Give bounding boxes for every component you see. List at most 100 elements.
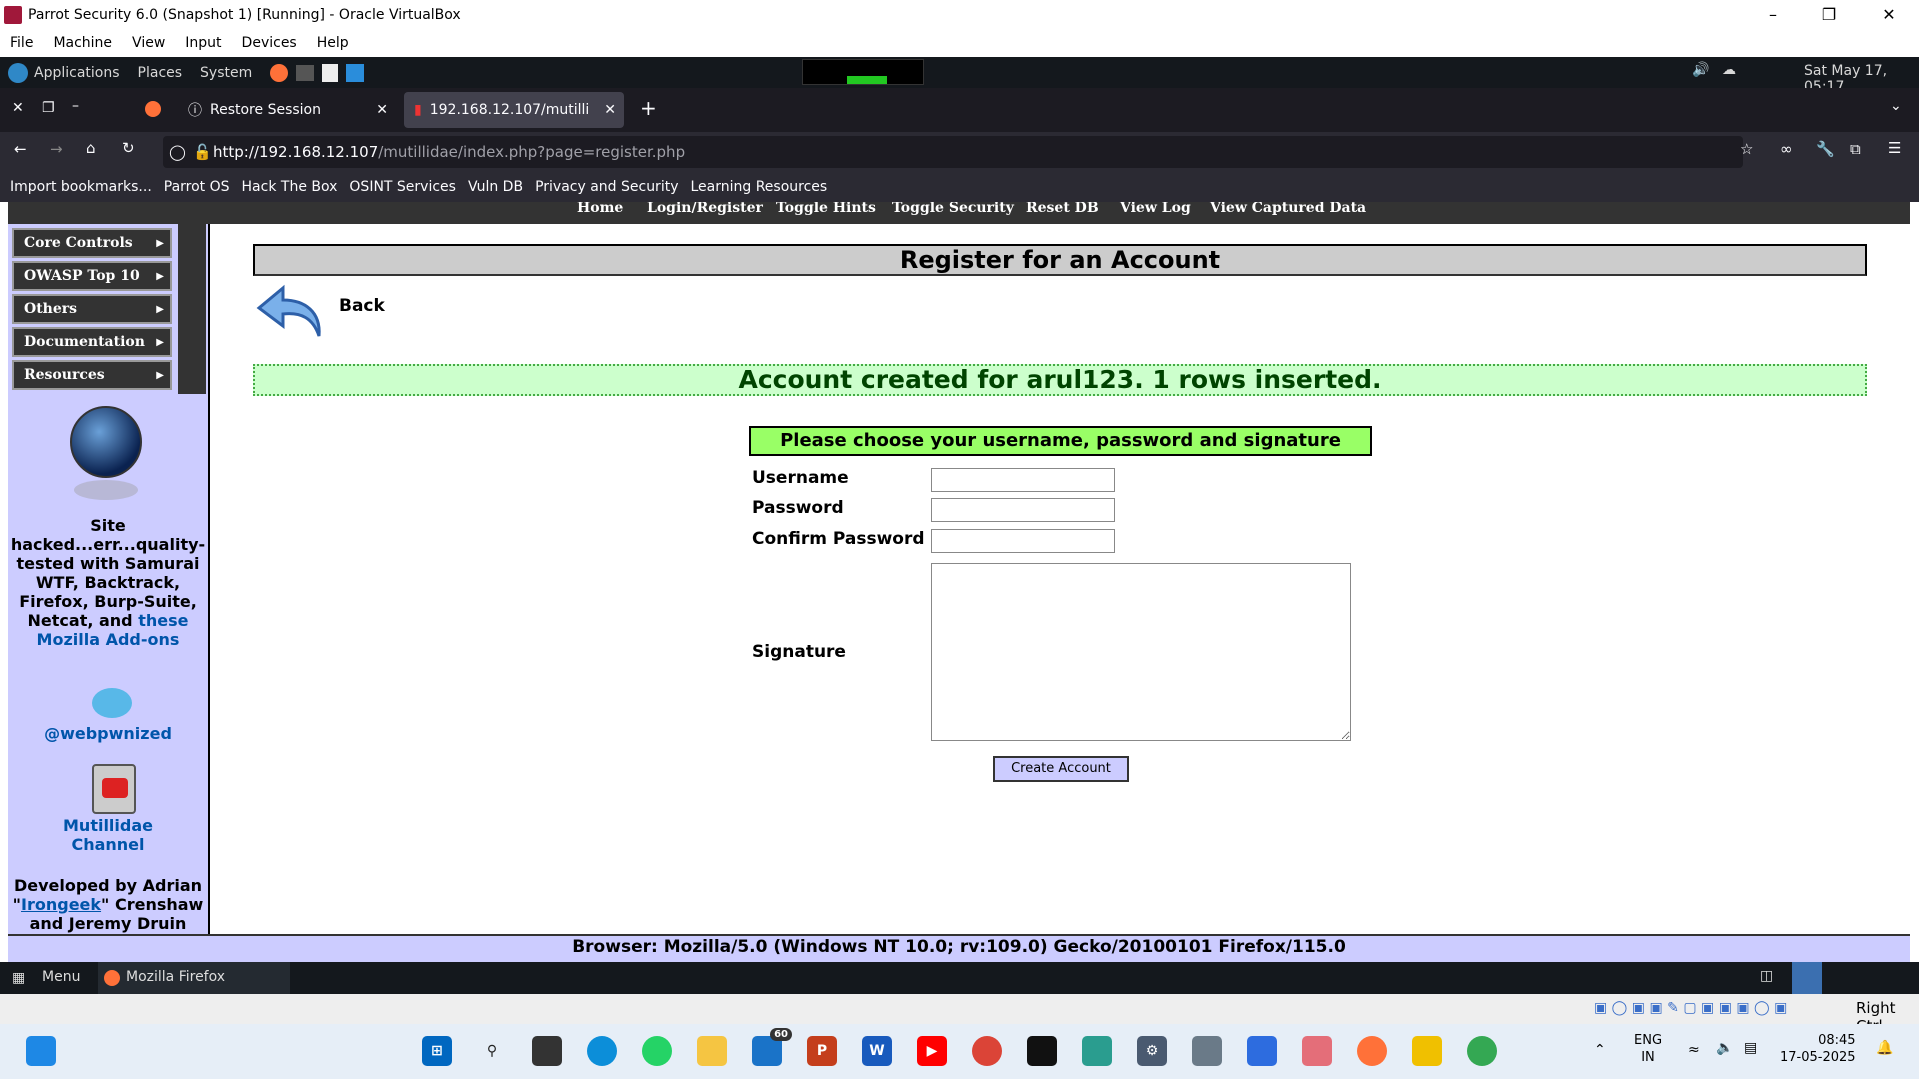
back-icon[interactable]: ← <box>14 140 27 158</box>
bookmark-privacy-security[interactable]: Privacy and Security <box>535 179 678 195</box>
menu-file[interactable]: File <box>0 35 43 51</box>
password-input[interactable] <box>931 498 1115 522</box>
windows-start-icon[interactable]: ⊞ <box>422 1036 452 1066</box>
bug-tool-icon[interactable] <box>1192 1036 1222 1066</box>
store-icon[interactable]: 60 <box>752 1028 792 1066</box>
mozilla-addons-link[interactable]: Mozilla Add-ons <box>8 630 208 649</box>
irongeek-link[interactable]: Irongeek <box>21 895 101 914</box>
these-link[interactable]: these <box>138 611 188 630</box>
speaker-muted-icon[interactable]: 🔈 <box>1716 1040 1733 1056</box>
youtube-link-2[interactable]: Channel <box>8 835 208 854</box>
file-explorer-icon[interactable] <box>697 1036 727 1066</box>
panel-system[interactable]: System <box>200 65 252 81</box>
nav-view-log[interactable]: View Log <box>1120 202 1191 216</box>
youtube-link-1[interactable]: Mutillidae <box>8 816 208 835</box>
side-menu-documentation[interactable]: Documentation ▶ <box>12 327 172 357</box>
taskbar-firefox-window[interactable]: Mozilla Firefox <box>98 962 290 994</box>
chrome-icon[interactable] <box>972 1036 1002 1066</box>
home-icon[interactable]: ⌂ <box>86 139 96 157</box>
close-window-icon[interactable]: ✕ <box>12 100 24 116</box>
youtube-icon[interactable] <box>92 764 136 814</box>
bookmark-import[interactable]: Import bookmarks... <box>10 179 152 195</box>
forward-icon[interactable]: → <box>50 140 63 158</box>
extension-icon[interactable]: ∞ <box>1780 140 1793 158</box>
owasp-logo-icon[interactable] <box>70 406 142 478</box>
nav-toggle-hints[interactable]: Toggle Hints <box>776 202 876 216</box>
widgets-icon[interactable] <box>26 1036 56 1066</box>
side-menu-core-controls[interactable]: Core Controls ▶ <box>12 228 172 258</box>
tab-close-icon[interactable]: ✕ <box>376 102 388 118</box>
workspace-switcher-icon[interactable]: ◫ <box>1760 968 1773 984</box>
username-input[interactable] <box>931 468 1115 492</box>
bookmark-learning-resources[interactable]: Learning Resources <box>690 179 827 195</box>
terminal-icon[interactable] <box>1027 1036 1057 1066</box>
nav-toggle-security[interactable]: Toggle Security <box>892 202 1014 216</box>
volume-icon[interactable]: 🔊 <box>1692 62 1709 78</box>
edge-icon[interactable] <box>587 1036 617 1066</box>
nav-reset-db[interactable]: Reset DB <box>1026 202 1099 216</box>
extensions-puzzle-icon[interactable]: ⧉ <box>1850 140 1861 158</box>
twitter-bird-icon[interactable] <box>92 688 132 718</box>
parrot-logo-icon[interactable] <box>8 62 28 83</box>
reload-icon[interactable]: ↻ <box>122 139 135 157</box>
side-menu-resources[interactable]: Resources ▶ <box>12 360 172 390</box>
twitter-link[interactable]: @webpwnized <box>8 724 208 743</box>
menu-input[interactable]: Input <box>175 35 231 51</box>
tab-restore-session[interactable]: ⓘ Restore Session ✕ <box>178 92 396 128</box>
bookmark-vuln-db[interactable]: Vuln DB <box>468 179 523 195</box>
menu-help[interactable]: Help <box>307 35 359 51</box>
menu-machine[interactable]: Machine <box>43 35 122 51</box>
tab-close-icon[interactable]: ✕ <box>604 102 616 118</box>
nav-login-register[interactable]: Login/Register <box>647 202 763 216</box>
restore-icon[interactable]: ❐ <box>1806 0 1852 29</box>
side-menu-owasp-top-10[interactable]: OWASP Top 10 ▶ <box>12 261 172 291</box>
firefox-app-icon[interactable] <box>1357 1036 1387 1066</box>
powerpoint-icon[interactable]: P <box>807 1036 837 1066</box>
confirm-password-input[interactable] <box>931 529 1115 553</box>
minimize-icon[interactable]: – <box>1750 0 1796 29</box>
language-indicator[interactable]: ENG IN <box>1634 1032 1662 1066</box>
nav-home[interactable]: Home <box>577 202 623 216</box>
menu-grid-icon[interactable]: ▦ <box>12 970 25 986</box>
workspace-active-icon[interactable] <box>1792 962 1822 994</box>
virtualbox-app-icon[interactable] <box>1412 1036 1442 1066</box>
bookmark-hack-the-box[interactable]: Hack The Box <box>242 179 338 195</box>
wifi-icon[interactable]: ≈ <box>1688 1042 1700 1058</box>
side-menu-others[interactable]: Others ▶ <box>12 294 172 324</box>
firefox-view-icon[interactable] <box>145 101 161 117</box>
notepad-icon[interactable] <box>1247 1036 1277 1066</box>
signature-textarea[interactable] <box>931 563 1351 741</box>
list-all-tabs-icon[interactable]: ⌄ <box>1890 98 1902 114</box>
tray-chevron-icon[interactable]: ⌃ <box>1594 1042 1606 1058</box>
restore-window-icon[interactable]: ❐ <box>42 100 55 116</box>
bookmark-osint-services[interactable]: OSINT Services <box>349 179 456 195</box>
insecure-lock-icon[interactable]: 🔓 <box>193 143 212 161</box>
task-view-icon[interactable] <box>532 1036 562 1066</box>
notification-icon[interactable]: 🔔 <box>1876 1040 1893 1056</box>
bookmark-parrot-os[interactable]: Parrot OS <box>164 179 230 195</box>
new-tab-icon[interactable]: + <box>640 96 657 120</box>
bookmark-star-icon[interactable]: ☆ <box>1740 140 1753 158</box>
shield-icon[interactable]: ◯ <box>169 143 186 161</box>
snipping-tool-icon[interactable] <box>1302 1036 1332 1066</box>
word-icon[interactable]: W <box>862 1036 892 1066</box>
taskbar-menu[interactable]: Menu <box>42 969 80 985</box>
vscode-launcher-icon[interactable] <box>346 63 365 82</box>
back-link[interactable]: Back <box>339 296 385 316</box>
clock[interactable]: 08:45 17-05-2025 <box>1780 1032 1856 1066</box>
firefox-launcher-icon[interactable] <box>270 63 289 82</box>
whatsapp-icon[interactable] <box>642 1036 672 1066</box>
battery-icon[interactable]: ▤ <box>1744 1040 1757 1056</box>
settings-icon[interactable]: ⚙ <box>1137 1036 1167 1066</box>
panel-places[interactable]: Places <box>138 65 183 81</box>
nav-view-captured-data[interactable]: View Captured Data <box>1210 202 1366 216</box>
close-icon[interactable]: ✕ <box>1866 0 1912 29</box>
url-bar[interactable]: ◯ 🔓 http://192.168.12.107 /mutillidae/in… <box>163 136 1743 168</box>
hamburger-menu-icon[interactable]: ☰ <box>1888 139 1901 157</box>
menu-devices[interactable]: Devices <box>232 35 307 51</box>
back-arrow-icon[interactable] <box>255 282 325 342</box>
tab-mutillidae[interactable]: ▮ 192.168.12.107/mutillida ✕ <box>404 92 624 128</box>
text-editor-launcher-icon[interactable] <box>322 63 339 82</box>
terminal-launcher-icon[interactable] <box>296 64 315 81</box>
create-account-button[interactable]: Create Account <box>993 756 1129 782</box>
